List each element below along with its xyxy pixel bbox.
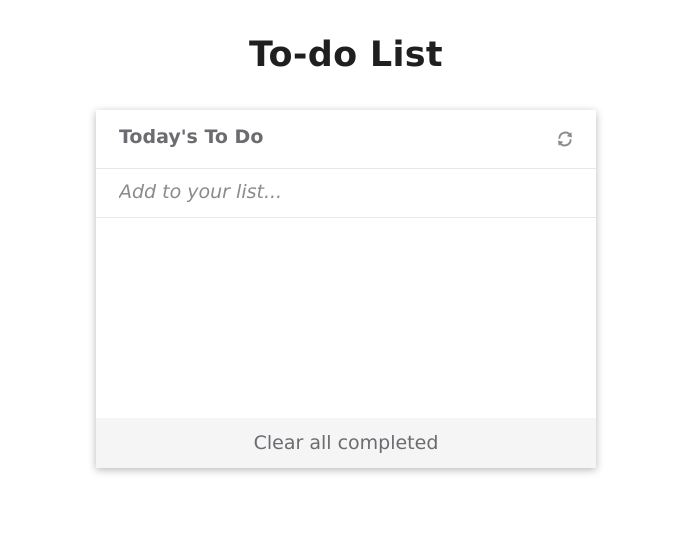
page-title: To-do List: [249, 35, 443, 75]
add-item-row: [96, 169, 596, 218]
todo-list: [96, 218, 596, 418]
refresh-icon: [558, 131, 572, 147]
add-item-input[interactable]: [119, 177, 573, 207]
card-header: Today's To Do: [96, 110, 596, 169]
page: To-do List Today's To Do Clear all compl…: [0, 0, 692, 539]
refresh-button[interactable]: [552, 126, 578, 152]
clear-completed-button[interactable]: Clear all completed: [254, 431, 439, 455]
todo-card: Today's To Do Clear all completed: [96, 110, 596, 468]
card-title: Today's To Do: [119, 126, 264, 148]
card-footer: Clear all completed: [96, 418, 596, 468]
